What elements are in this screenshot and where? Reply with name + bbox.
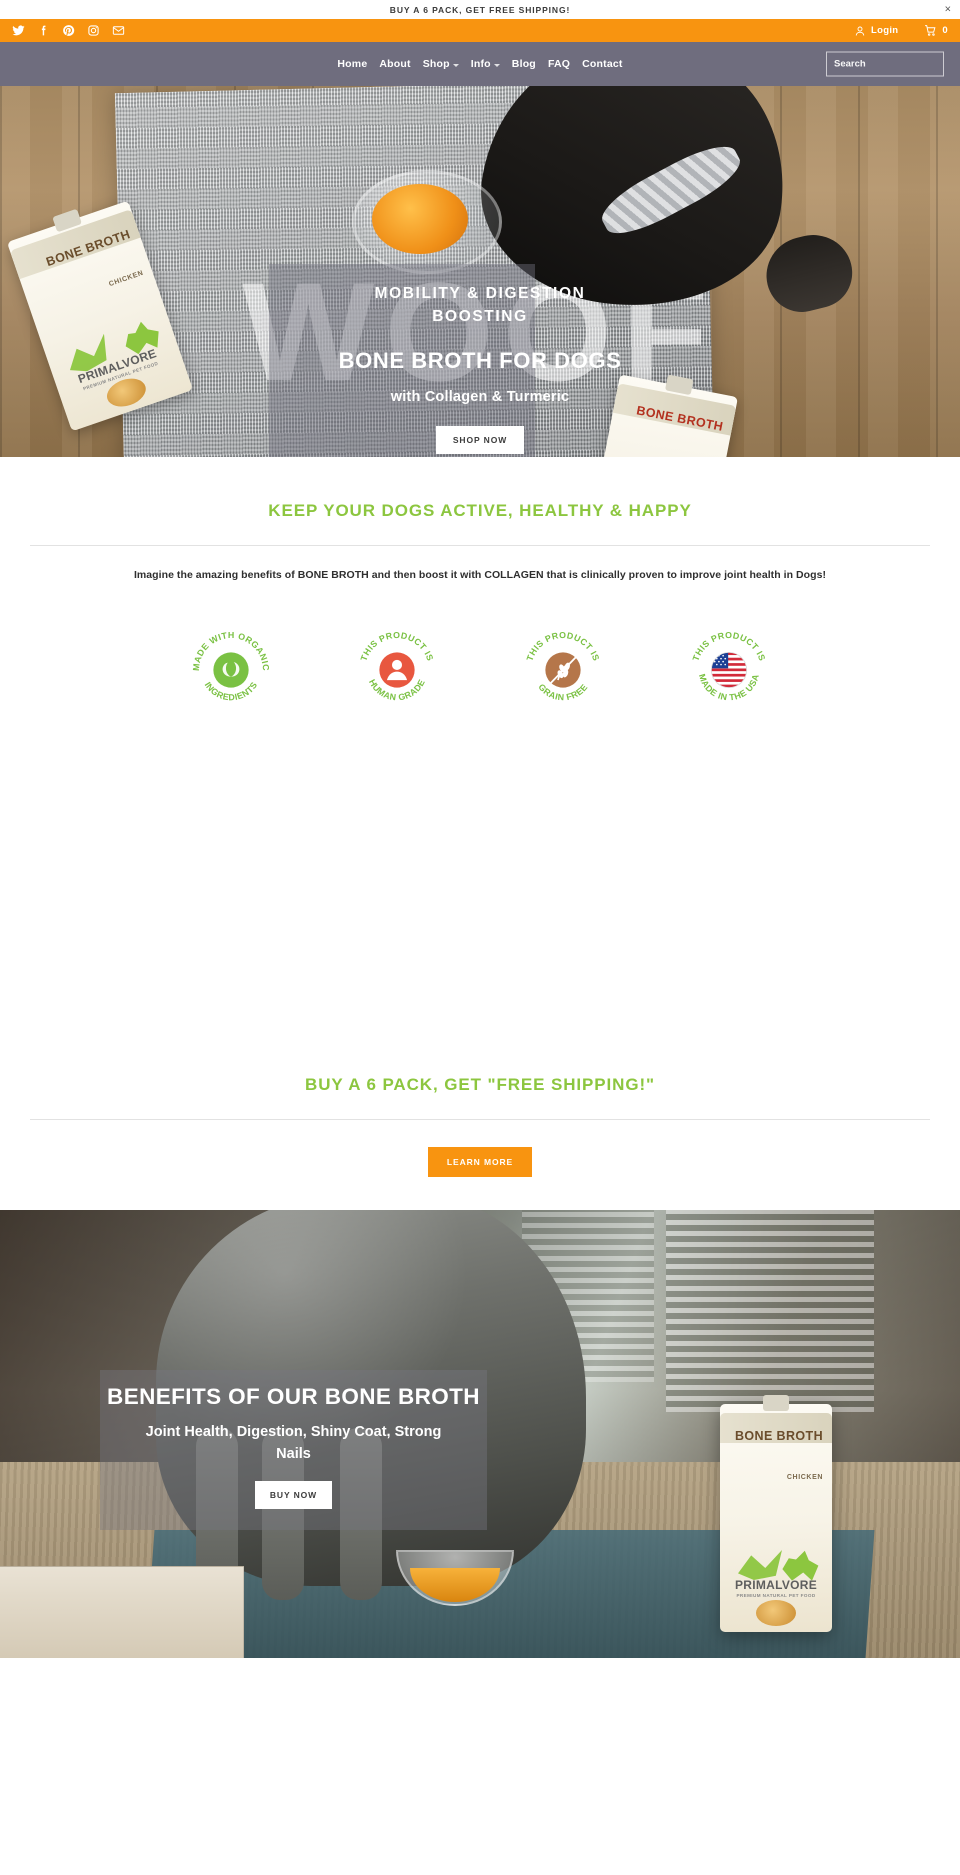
section-shipping-title: BUY A 6 PACK, GET "FREE SHIPPING!" <box>305 1075 655 1094</box>
announcement-text: BUY A 6 PACK, GET FREE SHIPPING! <box>389 4 571 15</box>
benefits-copy: BENEFITS OF OUR BONE BROTH Joint Health,… <box>100 1384 487 1510</box>
hero-kicker-line1: MOBILITY & DIGESTION <box>374 285 586 302</box>
brand-tagline: PREMIUM NATURAL PET FOOD <box>736 1593 816 1598</box>
nav-label: Blog <box>511 58 536 70</box>
nav-item-faq[interactable]: FAQ <box>548 58 570 70</box>
nav-label: Info <box>470 58 491 70</box>
nav-item-info[interactable]: Info <box>471 58 500 70</box>
hero-headline: BONE BROTH FOR DOGS <box>338 347 622 373</box>
grain-free-badge: THIS PRODUCT IS GRAIN FREE <box>521 628 605 712</box>
content-spacer <box>0 712 960 1069</box>
hero-banner: WOOF BONE BROTH CHICKEN PRIMALVORE PREMI… <box>0 86 960 457</box>
pouch-flavor: CHICKEN <box>786 1474 823 1481</box>
pouch-brand: PRIMALVORE PREMIUM NATURAL PET FOOD <box>720 1578 832 1598</box>
nav-label: Shop <box>422 58 450 70</box>
organic-ingredients-badge: MADE WITH ORGANIC INGREDIENTS <box>189 628 273 712</box>
announcement-bar: BUY A 6 PACK, GET FREE SHIPPING! × <box>0 0 960 19</box>
user-icon <box>855 26 865 36</box>
section-free-shipping: BUY A 6 PACK, GET "FREE SHIPPING!" LEARN… <box>0 1069 960 1177</box>
nav-label: Home <box>337 58 368 70</box>
broth-liquid <box>372 184 468 254</box>
nav-item-home[interactable]: Home <box>337 58 367 70</box>
nav-item-contact[interactable]: Contact <box>582 58 622 70</box>
hero-copy: MOBILITY & DIGESTION BOOSTING BONE BROTH… <box>0 282 960 454</box>
shipping-box <box>0 1566 244 1658</box>
chevron-down-icon <box>493 63 500 67</box>
nav-label: FAQ <box>547 58 571 70</box>
pouch-cap <box>763 1395 789 1411</box>
hero-kicker-line2: BOOSTING <box>432 308 528 326</box>
window-blinds <box>666 1210 874 1412</box>
section-keep-body: Imagine the amazing benefits of BONE BRO… <box>133 569 827 581</box>
brand-name: PRIMALVORE <box>734 1578 818 1592</box>
social-links <box>12 24 125 37</box>
login-label: Login <box>871 25 899 36</box>
benefits-banner: BONE BROTH CHICKEN PRIMALVORE PREMIUM NA… <box>0 1210 960 1658</box>
utility-right: Login 0 <box>854 24 948 37</box>
leaf-icon <box>738 1550 782 1580</box>
login-button[interactable]: Login <box>854 25 898 37</box>
organic-badge-graphic: MADE WITH ORGANIC INGREDIENTS <box>191 630 271 702</box>
email-icon[interactable] <box>112 24 125 37</box>
chevron-down-icon <box>452 63 459 67</box>
learn-more-button[interactable]: LEARN MORE <box>427 1147 533 1177</box>
main-navigation: Home About Shop Info Blog FAQ Contact <box>0 42 960 86</box>
hero-subhead: with Collagen & Turmeric <box>390 388 570 405</box>
nav-list: Home About Shop Info Blog FAQ Contact <box>337 58 622 70</box>
product-pouch-benefits: BONE BROTH CHICKEN PRIMALVORE PREMIUM NA… <box>720 1395 832 1632</box>
shop-now-button[interactable]: SHOP NOW <box>435 425 525 454</box>
nav-item-about[interactable]: About <box>379 58 410 70</box>
human-grade-badge-graphic: THIS PRODUCT IS HUMAN GRADE <box>359 630 435 702</box>
grain-free-badge-graphic: THIS PRODUCT IS GRAIN FREE <box>525 630 601 702</box>
cart-button[interactable]: 0 <box>924 24 948 37</box>
cart-count: 0 <box>942 25 948 36</box>
buy-now-button[interactable]: BUY NOW <box>254 1481 333 1510</box>
pouch-broth-photo <box>756 1600 796 1626</box>
dog-logo-icon <box>782 1550 819 1581</box>
utility-bar: Login 0 <box>0 19 960 42</box>
made-in-usa-badge: THIS PRODUCT IS MADE IN THE USA <box>687 628 771 712</box>
twitter-icon[interactable] <box>12 24 25 37</box>
nav-item-shop[interactable]: Shop <box>423 58 459 70</box>
divider <box>30 1119 930 1120</box>
section-keep-dogs: KEEP YOUR DOGS ACTIVE, HEALTHY & HAPPY I… <box>0 457 960 712</box>
section-keep-title: KEEP YOUR DOGS ACTIVE, HEALTHY & HAPPY <box>268 501 692 520</box>
pinterest-icon[interactable] <box>62 24 75 37</box>
search-box[interactable] <box>826 51 960 77</box>
cart-icon <box>925 25 936 36</box>
usa-badge-graphic: THIS PRODUCT IS MADE IN THE USA <box>691 630 767 702</box>
benefits-subtitle: Joint Health, Digestion, Shiny Coat, Str… <box>145 1424 442 1463</box>
nav-label: Contact <box>582 58 623 70</box>
pouch-product-name: BONE BROTH <box>734 1429 823 1443</box>
nav-label: About <box>379 58 411 70</box>
nav-item-blog[interactable]: Blog <box>512 58 536 70</box>
facebook-icon[interactable] <box>37 24 50 37</box>
search-input[interactable] <box>834 58 960 70</box>
trust-badges: MADE WITH ORGANIC INGREDIENTS THIS PRODU… <box>30 581 930 712</box>
benefits-headline: BENEFITS OF OUR BONE BROTH <box>107 1384 480 1409</box>
close-icon[interactable]: × <box>945 4 951 15</box>
instagram-icon[interactable] <box>87 24 100 37</box>
human-grade-badge: THIS PRODUCT IS HUMAN GRADE <box>355 628 439 712</box>
